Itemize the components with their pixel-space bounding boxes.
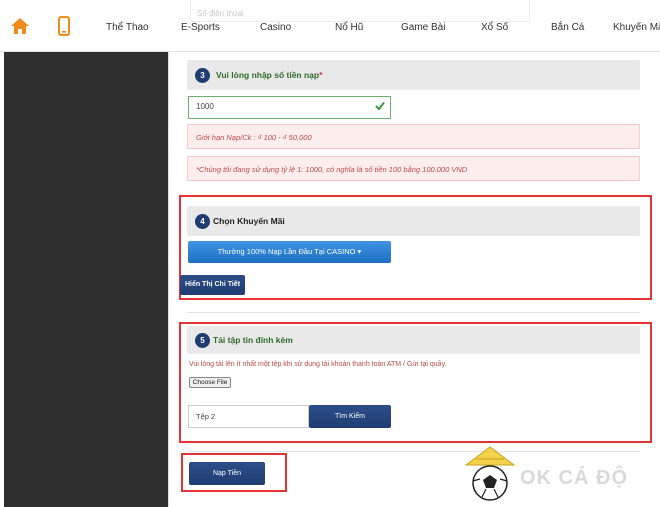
deposit-amount-value: 1000 xyxy=(196,102,214,111)
step3-header: 3 Vui lòng nhập số tiền nạp* xyxy=(187,60,640,90)
nav-item-lottery[interactable]: Xổ Số xyxy=(481,22,508,33)
mascot-ball-hat-icon xyxy=(464,446,516,501)
nav-item-promotions[interactable]: Khuyến Mãi xyxy=(613,22,660,33)
deposit-form: 3 Vui lòng nhập số tiền nạp* 1000 Giới h… xyxy=(168,52,656,507)
nav-item-card-games[interactable]: Game Bài xyxy=(401,22,445,33)
top-navigation: Số điện thoại Thể Thao E-Sports Casino N… xyxy=(0,0,660,52)
step3-title: Vui lòng nhập số tiền nạp* xyxy=(216,70,323,80)
section-divider xyxy=(187,312,640,313)
promotion-select[interactable]: Thưởng 100% Nạp Lần Đầu Tại CASINO ▾ xyxy=(188,241,391,263)
file-name-value: Tệp 2 xyxy=(196,412,216,421)
watermark-logo: OK CÁ ĐỘ xyxy=(458,445,658,505)
nav-item-esports[interactable]: E-Sports xyxy=(181,22,220,33)
step5-header: 5 Tải tập tin đính kèm xyxy=(187,326,640,354)
file-name-field[interactable]: Tệp 2 xyxy=(188,405,309,428)
step5-number: 5 xyxy=(195,333,210,348)
nav-item-fishing[interactable]: Bắn Cá xyxy=(551,22,584,33)
show-details-button[interactable]: Hiển Thị Chi Tiết xyxy=(180,275,245,295)
mobile-phone-icon[interactable] xyxy=(52,14,76,38)
exchange-rate-alert: *Chúng tôi đang sử dụng tỷ lệ 1: 1000, c… xyxy=(187,156,640,181)
nav-item-sports[interactable]: Thể Thao xyxy=(106,22,149,33)
choose-file-button[interactable]: Choose File xyxy=(189,377,231,388)
step4-number: 4 xyxy=(195,214,210,229)
nav-item-slots[interactable]: Nổ Hũ xyxy=(335,22,363,33)
nav-item-casino[interactable]: Casino xyxy=(260,22,291,33)
step4-header: 4 Chọn Khuyến Mãi xyxy=(187,206,640,236)
deposit-limit-alert: Giới hạn Nạp/Ck : ₫ 100 - ₫ 50,000 xyxy=(187,124,640,149)
step3-number: 3 xyxy=(195,68,210,83)
phone-field-remnant: Số điện thoại xyxy=(190,0,530,22)
home-icon[interactable] xyxy=(8,14,32,38)
attachment-note: Vui lòng tải lên ít nhất một tệp khi sử … xyxy=(189,361,447,368)
watermark-logo-text: OK CÁ ĐỘ xyxy=(520,467,628,489)
deposit-submit-button[interactable]: Nạp Tiền xyxy=(189,462,265,485)
phone-field-text: Số điện thoại xyxy=(197,9,244,18)
browse-button[interactable]: Tìm Kiếm xyxy=(309,405,391,428)
step5-title: Tải tập tin đính kèm xyxy=(213,335,293,345)
left-sidebar xyxy=(4,52,168,507)
checkmark-icon xyxy=(375,101,385,111)
step4-title: Chọn Khuyến Mãi xyxy=(213,216,285,226)
deposit-amount-input[interactable]: 1000 xyxy=(188,96,391,119)
